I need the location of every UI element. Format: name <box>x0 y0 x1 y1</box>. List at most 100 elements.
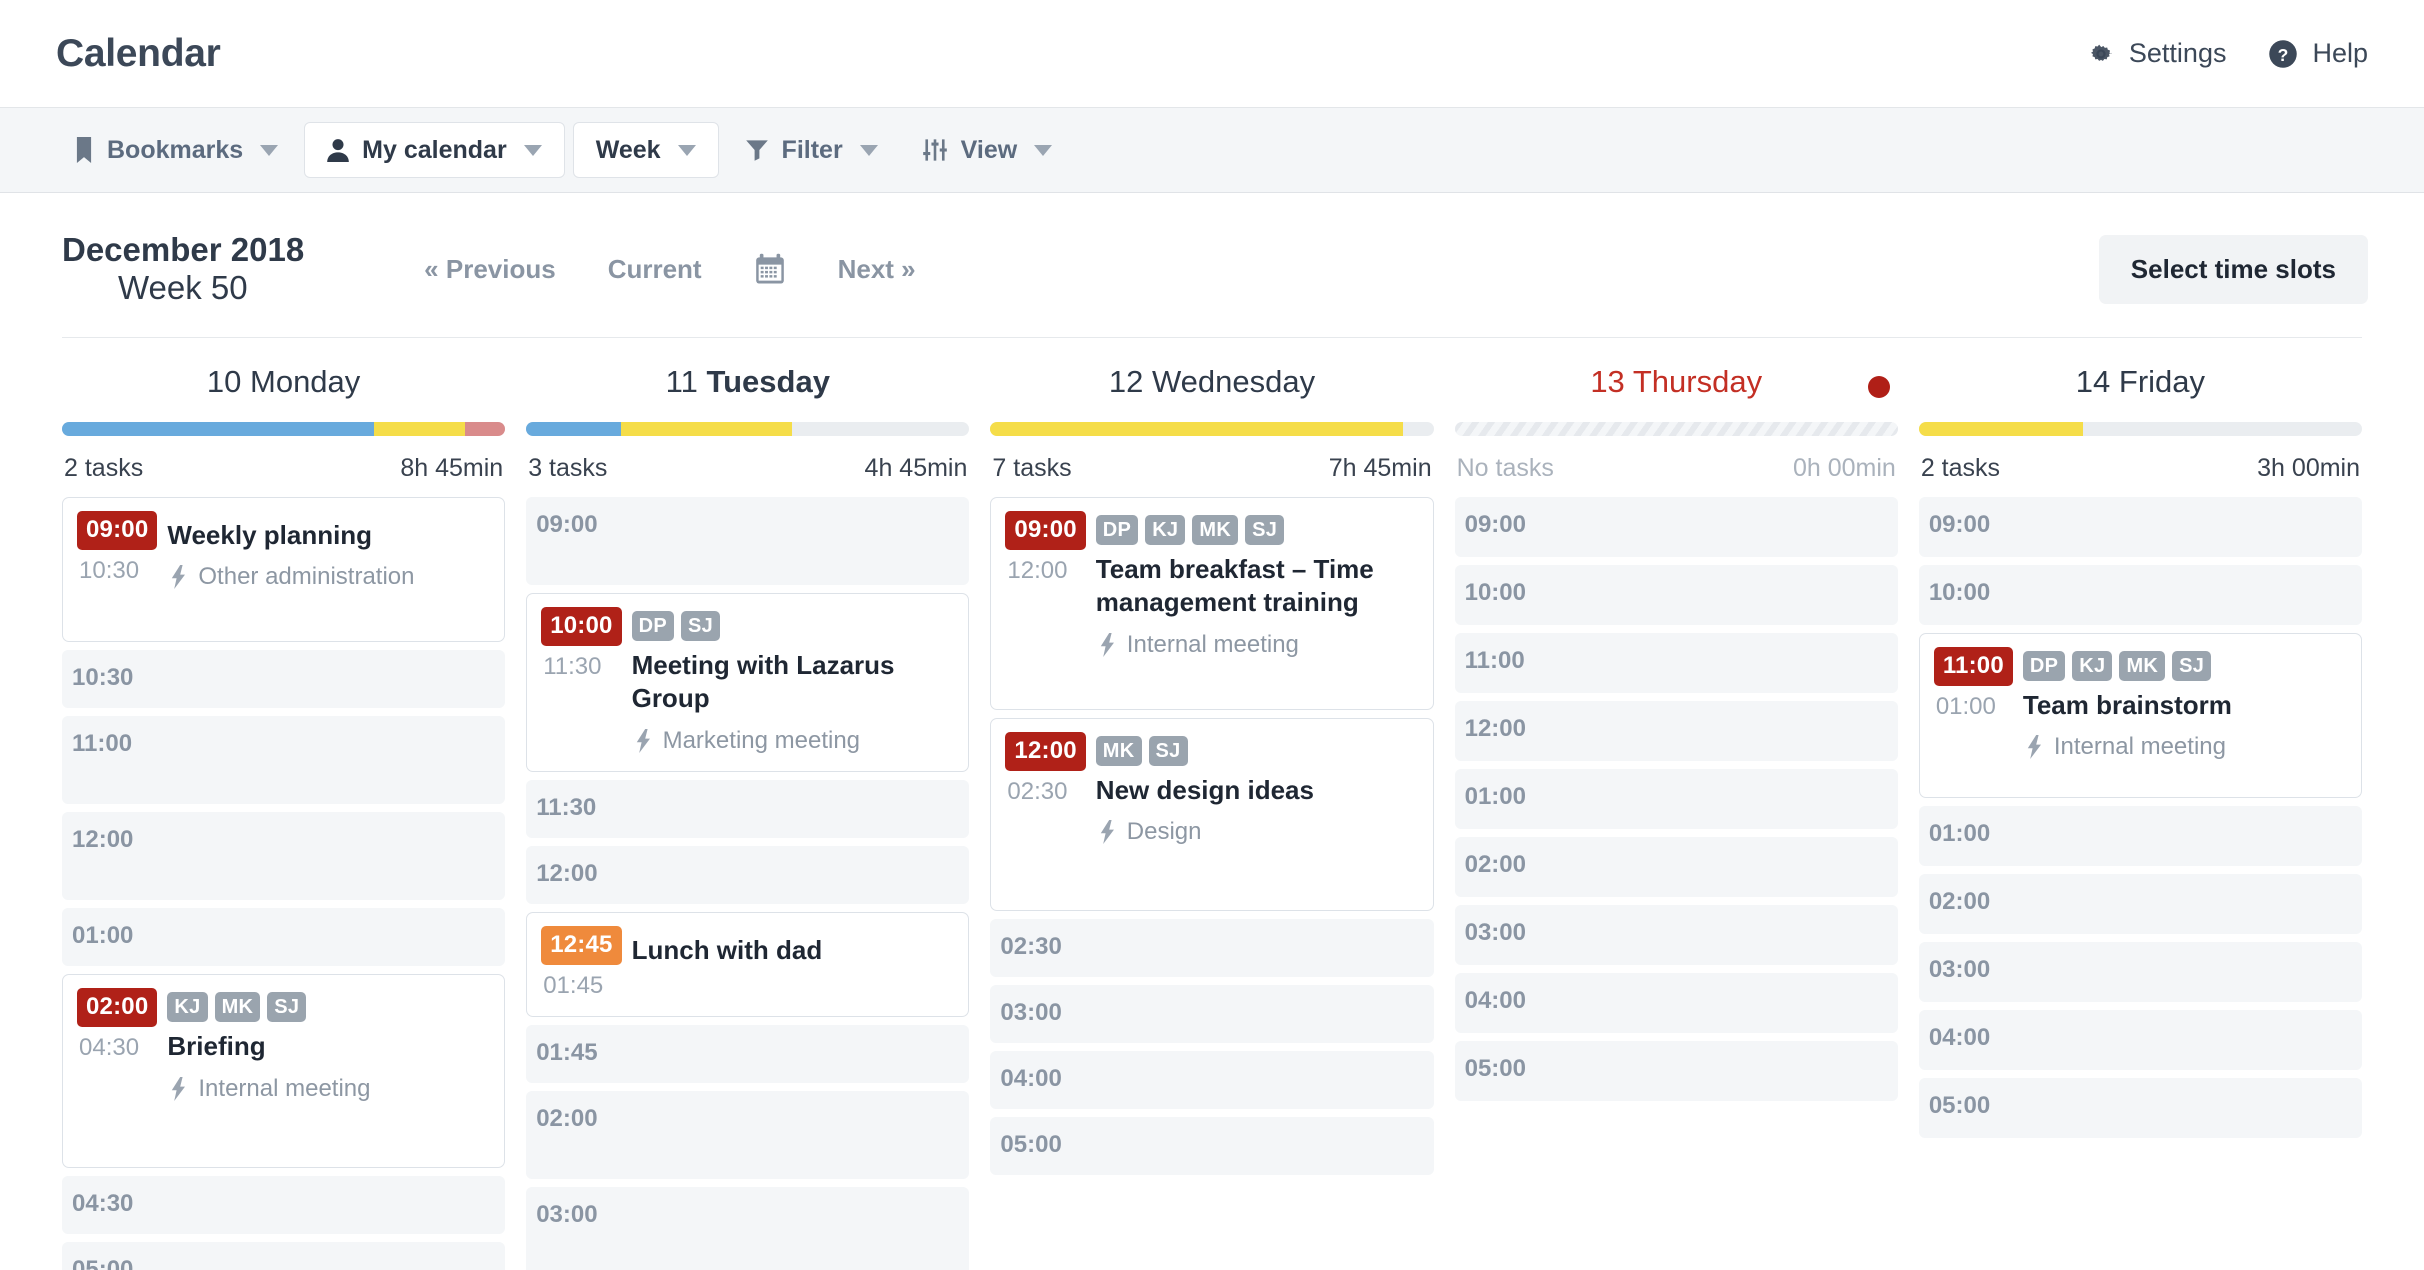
event-end-time: 01:00 <box>1935 693 1996 720</box>
attendee-avatar[interactable]: DP <box>631 611 674 641</box>
time-slot[interactable]: 03:00 <box>1918 942 2363 1003</box>
time-slot[interactable]: 11:00 <box>1454 633 1898 693</box>
period-dropdown[interactable]: Week <box>572 122 719 178</box>
time-slot[interactable]: 12:00 <box>526 845 970 904</box>
time-slot[interactable]: 12:00 <box>1454 701 1898 761</box>
time-slot[interactable]: 02:00 <box>1918 874 2363 935</box>
day-column: 10 Monday 2 tasks 8h 45min 09:00 10:30 Weekly… <box>56 338 511 1270</box>
time-slot[interactable]: 02:30 <box>990 918 1434 977</box>
time-slot[interactable]: 05:00 <box>1918 1078 2363 1139</box>
attendee-avatar[interactable]: DP <box>1095 515 1139 545</box>
day-label[interactable]: 14 Friday <box>1919 364 2362 400</box>
time-slot[interactable]: 01:00 <box>62 908 506 967</box>
day-label[interactable]: 13 Thursday <box>1455 364 1898 400</box>
event-end-time: 01:45 <box>543 971 604 999</box>
calendar-event[interactable]: 09:00 10:30 Weekly planning Other administr… <box>62 497 506 643</box>
attendee-avatar[interactable]: MK <box>214 992 261 1023</box>
day-label[interactable]: 12 Wednesday <box>990 364 1433 400</box>
time-slot[interactable]: 04:00 <box>1454 973 1898 1033</box>
time-slot[interactable]: 05:00 <box>990 1116 1434 1175</box>
time-slot[interactable]: 04:00 <box>1918 1010 2363 1071</box>
time-slot[interactable]: 01:45 <box>526 1024 970 1083</box>
day-column: 13 Thursday No tasks 0h 00min 09:00 10:00 11:… <box>1449 338 1904 1270</box>
view-dropdown[interactable]: View <box>904 122 1071 178</box>
day-stats: No tasks 0h 00min <box>1455 436 1898 483</box>
time-slot[interactable]: 12:00 <box>62 812 506 901</box>
calendar-picker-button[interactable] <box>754 253 786 285</box>
attendee-avatar[interactable]: SJ <box>267 992 307 1023</box>
help-label: Help <box>2312 38 2368 68</box>
current-button[interactable]: Current <box>608 254 702 285</box>
attendee-avatar[interactable]: SJ <box>2172 651 2212 681</box>
day-slot-list: 09:00 10:00 11:00 12:00 01:00 02:00 03:00 04:00… <box>1454 497 1898 1101</box>
event-category-label: Marketing meeting <box>662 726 861 754</box>
time-slot[interactable]: 03:00 <box>526 1186 970 1270</box>
day-label[interactable]: 11 Tuesday <box>526 364 969 400</box>
time-slot[interactable]: 04:30 <box>62 1175 506 1234</box>
time-slot[interactable]: 05:00 <box>1454 1041 1898 1101</box>
time-slot[interactable]: 10:30 <box>62 650 506 709</box>
attendee-avatar[interactable]: DP <box>2022 651 2066 681</box>
time-slot[interactable]: 09:00 <box>526 497 970 585</box>
week-number: Week 50 <box>118 269 248 306</box>
attendee-avatar[interactable]: SJ <box>680 611 721 641</box>
day-duration: 8h 45min <box>400 454 504 482</box>
previous-button[interactable]: « Previous <box>424 254 556 285</box>
my-calendar-dropdown[interactable]: My calendar <box>304 122 565 178</box>
attendee-avatar[interactable]: MK <box>1192 515 1239 545</box>
calendar-event[interactable]: 12:00 02:30 MK SJ New design ideas Design <box>990 717 1434 911</box>
event-attendees: DP KJ MK SJ <box>1095 511 1419 545</box>
time-slot[interactable]: 10:00 <box>1918 565 2363 625</box>
time-slot[interactable]: 09:00 <box>1918 497 2363 557</box>
bolt-icon <box>1098 632 1118 657</box>
bolt-icon <box>169 1076 189 1101</box>
day-header: 13 Thursday <box>1455 338 1898 400</box>
attendee-avatar[interactable]: SJ <box>1148 735 1188 766</box>
bookmarks-dropdown[interactable]: Bookmarks <box>56 122 296 178</box>
event-attendees: DP SJ <box>631 607 955 641</box>
workload-segment <box>990 422 1403 436</box>
day-name: Monday <box>250 364 361 399</box>
calendar-event[interactable]: 02:00 04:30 KJ MK SJ Briefing Internal meeting <box>62 974 506 1168</box>
time-slot[interactable]: 01:00 <box>1918 806 2363 867</box>
time-slot[interactable]: 02:00 <box>526 1090 970 1179</box>
time-slot[interactable]: 04:00 <box>990 1050 1434 1109</box>
event-category: Internal meeting <box>1096 631 1419 659</box>
attendee-avatar[interactable]: KJ <box>167 992 208 1023</box>
event-category-label: Other administration <box>198 563 415 591</box>
attendee-avatar[interactable]: KJ <box>1145 515 1186 545</box>
event-category: Other administration <box>167 563 490 591</box>
attendee-avatar[interactable]: KJ <box>2072 651 2113 681</box>
event-spacer <box>1096 846 1419 894</box>
calendar-event[interactable]: 10:00 11:30 DP SJ Meeting with Lazarus Group… <box>526 593 970 772</box>
select-time-slots-button[interactable]: Select time slots <box>2098 234 2368 304</box>
gear-icon <box>2087 40 2115 68</box>
calendar-event[interactable]: 11:00 01:00 DP KJ MK SJ Team brainstorm Interna… <box>1918 633 2363 799</box>
day-label[interactable]: 10 Monday <box>62 364 505 400</box>
time-slot[interactable]: 10:00 <box>1454 565 1898 625</box>
time-slot[interactable]: 03:00 <box>990 984 1434 1043</box>
event-start-time: 12:45 <box>541 925 622 965</box>
chevron-down-icon <box>260 144 279 156</box>
time-slot[interactable]: 11:00 <box>62 716 506 805</box>
time-slot[interactable]: 01:00 <box>1454 769 1898 829</box>
calendar-event[interactable]: 12:45 01:45 Lunch with dad <box>526 911 970 1017</box>
day-column: 14 Friday 2 tasks 3h 00min 09:00 10:00 11:00 0… <box>1913 338 2368 1270</box>
time-slot[interactable]: 05:00 <box>62 1241 506 1270</box>
attendee-avatar[interactable]: MK <box>1095 735 1142 766</box>
calendar-event[interactable]: 09:00 12:00 DP KJ MK SJ Team breakfast – Time … <box>990 497 1434 710</box>
workload-segment <box>465 422 506 436</box>
attendee-avatar[interactable]: SJ <box>1245 515 1285 545</box>
next-button[interactable]: Next » <box>838 254 916 285</box>
time-slot[interactable]: 09:00 <box>1454 497 1898 557</box>
attendee-avatar[interactable]: MK <box>2119 651 2166 681</box>
time-slot[interactable]: 11:30 <box>526 779 970 838</box>
help-button[interactable]: ? Help <box>2268 38 2368 69</box>
filter-dropdown[interactable]: Filter <box>727 122 896 178</box>
day-workload-bar <box>990 422 1434 436</box>
time-slot[interactable]: 03:00 <box>1454 905 1898 965</box>
settings-button[interactable]: Settings <box>2087 38 2226 69</box>
day-header: 11 Tuesday <box>526 338 969 400</box>
time-slot[interactable]: 02:00 <box>1454 837 1898 897</box>
event-category-label: Internal meeting <box>198 1074 371 1102</box>
